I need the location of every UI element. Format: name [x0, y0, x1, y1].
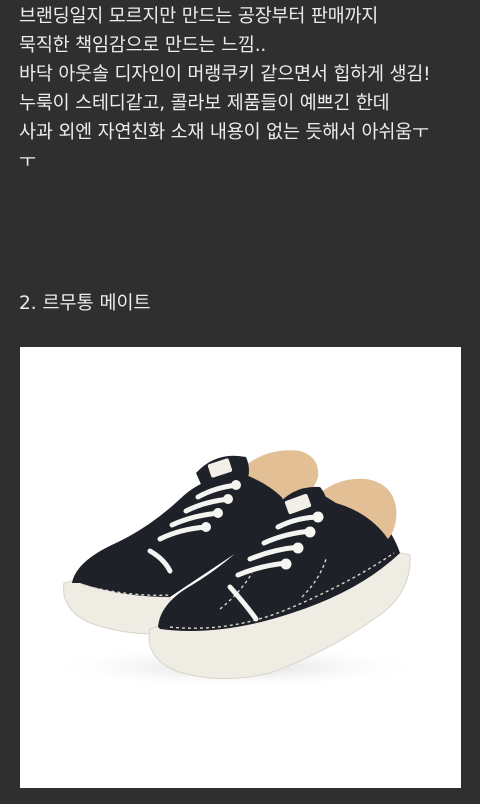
review-paragraph: 브랜딩일지 모르지만 만드는 공장부터 판매까지 묵직한 책임감으로 만드는 느… — [19, 2, 469, 176]
paragraph-line: 사과 외엔 자연친화 소재 내용이 없는 듯해서 아쉬움ㅜ — [19, 122, 429, 143]
paragraph-line: 브랜딩일지 모르지만 만드는 공장부터 판매까지 — [19, 6, 379, 27]
section-heading: 2. 르무통 메이트 — [19, 293, 151, 314]
sneakers-illustration — [45, 450, 425, 689]
paragraph-line: 누룩이 스테디같고, 콜라보 제품들이 예쁘긴 한데 — [19, 93, 390, 114]
paragraph-line: ㅜ — [19, 151, 36, 172]
paragraph-line: 묵직한 책임감으로 만드는 느낌.. — [19, 35, 267, 56]
product-photo[interactable] — [20, 347, 461, 788]
post-content: 브랜딩일지 모르지만 만드는 공장부터 판매까지 묵직한 책임감으로 만드는 느… — [0, 0, 480, 804]
paragraph-line: 바닥 아웃솔 디자인이 머랭쿠키 같으면서 힙하게 생김! — [19, 64, 431, 85]
